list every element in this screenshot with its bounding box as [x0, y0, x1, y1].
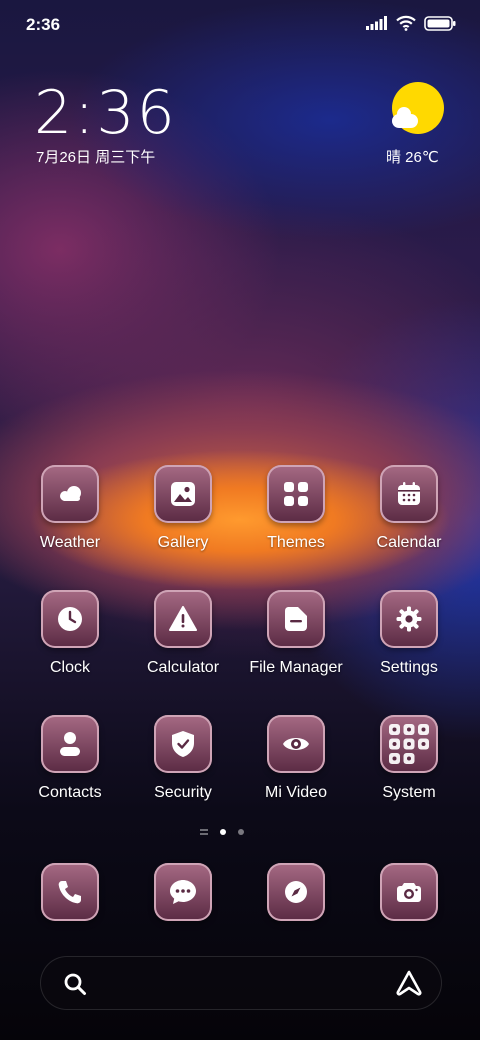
- person-icon: [41, 715, 99, 773]
- gallery-icon: [154, 465, 212, 523]
- app-label: Calculator: [146, 659, 220, 676]
- app-label: File Manager: [249, 659, 343, 676]
- app-system-folder[interactable]: System: [354, 715, 464, 802]
- app-settings[interactable]: Settings: [354, 590, 464, 677]
- app-label: Mi Video: [265, 784, 327, 801]
- gear-icon: [380, 590, 438, 648]
- app-label: Gallery: [157, 534, 209, 551]
- app-calculator[interactable]: Calculator: [128, 590, 238, 677]
- app-themes[interactable]: Themes: [241, 465, 351, 552]
- wifi-icon: [396, 15, 416, 31]
- camera-icon: [380, 863, 438, 921]
- clock-widget-date[interactable]: 7月26日 周三下午: [36, 146, 155, 167]
- dock-messages[interactable]: [128, 863, 238, 921]
- clock-icon: [41, 590, 99, 648]
- app-label: Contacts: [38, 784, 102, 801]
- status-time: 2:36: [26, 15, 61, 34]
- app-mi-video[interactable]: Mi Video: [241, 715, 351, 802]
- app-label: Themes: [267, 534, 325, 551]
- weather-cloud-small-icon: [392, 107, 418, 128]
- assistant-icon[interactable]: [395, 970, 423, 996]
- page-dot-current[interactable]: [220, 829, 226, 835]
- warning-triangle-icon: [154, 590, 212, 648]
- weather-widget-text[interactable]: 晴 26℃: [386, 146, 439, 167]
- message-icon: [154, 863, 212, 921]
- folder-grid-icon: [380, 715, 438, 773]
- shield-check-icon: [154, 715, 212, 773]
- status-icons: [366, 15, 456, 31]
- calendar-icon: [380, 465, 438, 523]
- page-indicator-menu-icon[interactable]: [200, 829, 208, 835]
- signal-icon: [366, 16, 387, 30]
- dock-camera[interactable]: [354, 863, 464, 921]
- themes-icon: [267, 465, 325, 523]
- app-gallery[interactable]: Gallery: [128, 465, 238, 552]
- app-label: Calendar: [376, 534, 442, 551]
- app-security[interactable]: Security: [128, 715, 238, 802]
- battery-icon: [424, 15, 456, 31]
- clock-widget-time[interactable]: 2:36: [34, 78, 177, 148]
- app-label: Settings: [380, 659, 438, 676]
- phone-icon: [41, 863, 99, 921]
- app-label: Clock: [49, 659, 90, 676]
- app-label: Security: [154, 784, 212, 801]
- dock-browser[interactable]: [241, 863, 351, 921]
- eye-icon: [267, 715, 325, 773]
- compass-icon: [267, 863, 325, 921]
- page-dot[interactable]: [238, 829, 244, 835]
- dock-phone[interactable]: [15, 863, 125, 921]
- app-file-manager[interactable]: File Manager: [241, 590, 351, 677]
- folder-icon: [267, 590, 325, 648]
- weather-cloud-icon: [41, 465, 99, 523]
- app-weather[interactable]: Weather: [15, 465, 125, 552]
- app-label: Weather: [39, 534, 101, 551]
- app-label: System: [382, 784, 436, 801]
- app-contacts[interactable]: Contacts: [15, 715, 125, 802]
- page-indicator: [200, 829, 244, 835]
- search-bar[interactable]: [40, 956, 442, 1010]
- status-bar: 2:36: [0, 0, 480, 50]
- app-calendar[interactable]: Calendar: [354, 465, 464, 552]
- app-clock[interactable]: Clock: [15, 590, 125, 677]
- search-icon[interactable]: [63, 972, 87, 996]
